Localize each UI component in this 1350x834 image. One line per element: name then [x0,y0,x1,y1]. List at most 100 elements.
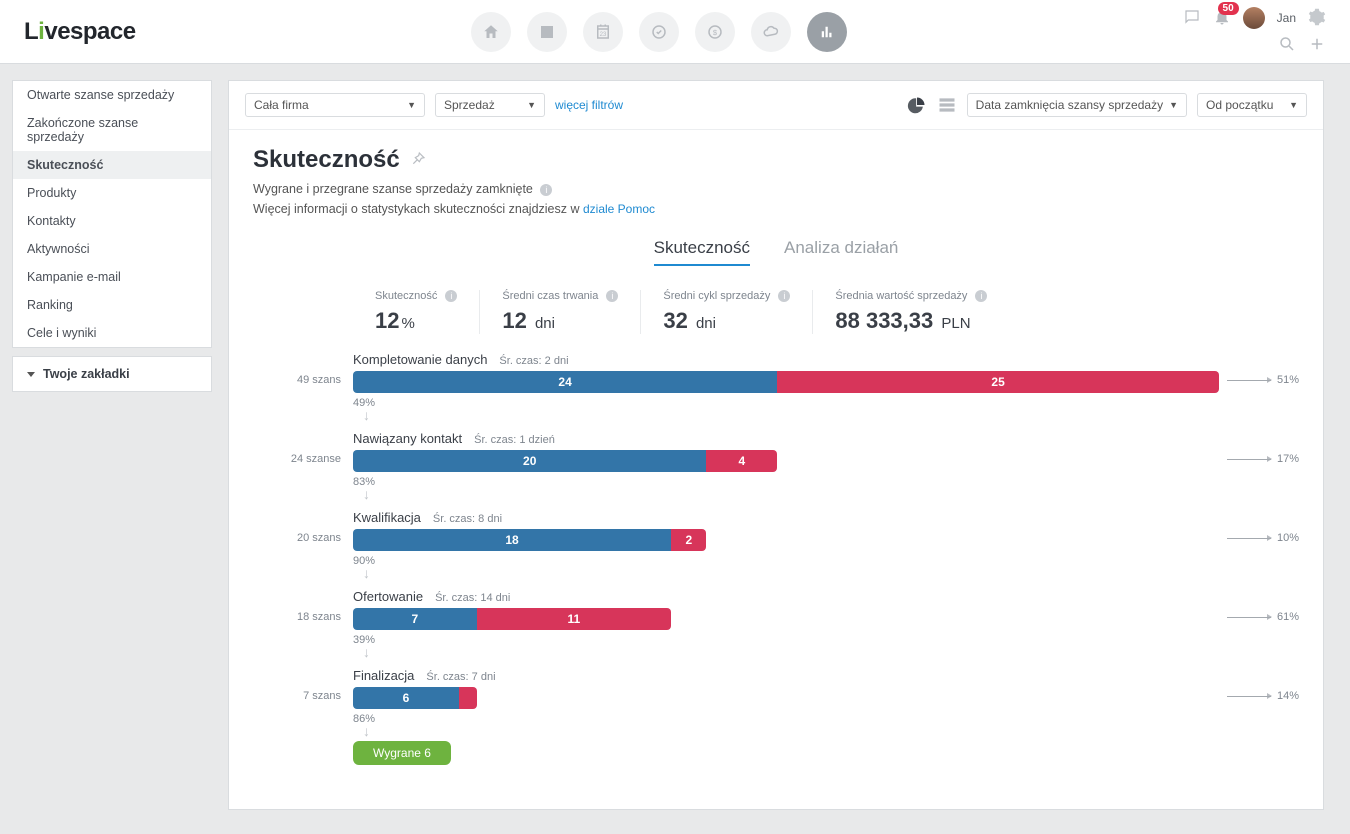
process-select[interactable]: Sprzedaż ▼ [435,93,545,117]
nav-contacts-icon[interactable] [527,12,567,52]
nav-reports-icon[interactable] [807,12,847,52]
sidebar-item[interactable]: Otwarte szanse sprzedaży [13,81,211,109]
stage-lost-pct: 14% [1219,668,1299,702]
arrow-line-icon [1227,538,1271,539]
avatar[interactable] [1243,7,1265,29]
stage-bar: 6 [353,687,477,709]
sidebar-item[interactable]: Zakończone szanse sprzedaży [13,109,211,151]
scope-value: Cała firma [254,98,309,112]
sidebar-item[interactable]: Kampanie e-mail [13,263,211,291]
body: Otwarte szanse sprzedażyZakończone szans… [0,64,1350,834]
date-field-select[interactable]: Data zamknięcia szansy sprzedaży ▼ [967,93,1187,117]
notifications-badge: 50 [1218,2,1239,15]
won-pill: Wygrane 6 [353,741,451,765]
kpi-label: Średnia wartość sprzedażyi [835,290,987,302]
notifications-icon[interactable]: 50 [1213,8,1231,29]
stage-count: 7 szans [253,668,353,702]
sidebar-item[interactable]: Kontakty [13,207,211,235]
arrow-line-icon [1227,696,1271,697]
info-icon[interactable]: i [445,290,457,302]
date-field-value: Data zamknięcia szansy sprzedaży [976,98,1163,112]
kpi: Średnia wartość sprzedażyi88 333,33 PLN [812,290,1009,334]
title-text: Skuteczność [253,146,400,174]
add-icon[interactable] [1308,35,1326,56]
info-icon[interactable]: i [975,290,987,302]
nav-home-icon[interactable] [471,12,511,52]
main: Cała firma ▼ Sprzedaż ▼ więcej filtrów D… [212,64,1350,834]
nav-tasks-icon[interactable] [639,12,679,52]
bar-won: 24 [353,371,777,393]
bar-lost: 25 [777,371,1219,393]
stage-avg-time: Śr. czas: 7 dni [426,671,495,683]
down-arrow-icon: ↓ [363,646,1219,658]
help-line: Więcej informacji o statystykach skutecz… [253,202,1299,216]
process-value: Sprzedaż [444,98,495,112]
info-icon[interactable]: i [606,290,618,302]
nav-calendar-icon[interactable]: 23 [583,12,623,52]
nav-finance-icon[interactable]: $ [695,12,735,52]
bar-won: 7 [353,608,477,630]
top-nav: 23 $ [160,12,1159,52]
stage-conversion: 90% [353,555,1219,567]
stage-name: Finalizacja [353,668,414,683]
username[interactable]: Jan [1277,11,1296,25]
table-view-icon[interactable] [937,95,957,115]
period-value: Od początku [1206,98,1273,112]
stage-name: Ofertowanie [353,589,423,604]
stage-avg-time: Śr. czas: 14 dni [435,592,510,604]
stage-conversion: 39% [353,634,1219,646]
arrow-line-icon [1227,380,1271,381]
kpi: Skutecznośći12% [353,290,479,334]
funnel-stage: 18 szansOfertowanie Śr. czas: 14 dni 711 39… [253,589,1299,658]
search-icon[interactable] [1278,35,1296,56]
tab-effectiveness[interactable]: Skuteczność [654,238,750,266]
subtitle-text: Wygrane i przegrane szanse sprzedaży zam… [253,182,533,196]
stage-lost-pct: 51% [1219,352,1299,386]
sidebar-item[interactable]: Cele i wyniki [13,319,211,347]
stage-name: Kompletowanie danych [353,352,487,367]
stage-count: 49 szans [253,352,353,386]
down-arrow-icon: ↓ [363,409,1219,421]
funnel-stage: 24 szanseNawiązany kontaktŚr. czas: 1 dz… [253,431,1299,500]
sidebar-item[interactable]: Skuteczność [13,151,211,179]
page-title: Skuteczność [253,146,1299,174]
kpi-row: Skutecznośći12%Średni czas trwaniai12 dn… [353,290,1299,334]
bookmarks-label: Twoje zakładki [43,367,130,381]
kpi: Średni cykl sprzedażyi 32 dni [640,290,812,334]
stage-bar: 2425 [353,371,1219,393]
bar-lost: 11 [477,608,671,630]
stage-avg-time: Śr. czas: 1 dzień [474,434,555,446]
help-link[interactable]: dziale Pomoc [583,202,655,216]
chat-icon[interactable] [1183,8,1201,29]
bar-won: 20 [353,450,706,472]
tab-activity-analysis[interactable]: Analiza działań [784,238,898,266]
stage-bar: 204 [353,450,777,472]
chart-view-icon[interactable] [907,95,927,115]
top-bar: Livespace 23 $ 50 [0,0,1350,64]
kpi-value: 12% [375,308,457,334]
kpi-label: Średni cykl sprzedażyi [663,290,790,302]
help-text: Więcej informacji o statystykach skutecz… [253,202,583,216]
logo[interactable]: Livespace [24,18,136,46]
period-select[interactable]: Od początku ▼ [1197,93,1307,117]
bookmarks-panel: Twoje zakładki [12,356,212,392]
info-icon[interactable]: i [540,184,552,196]
sidebar-item[interactable]: Ranking [13,291,211,319]
info-icon[interactable]: i [778,290,790,302]
report-card: Cała firma ▼ Sprzedaż ▼ więcej filtrów D… [228,80,1324,810]
sidebar-item[interactable]: Aktywności [13,235,211,263]
kpi-value: 32 dni [663,308,790,334]
nav-cloud-icon[interactable] [751,12,791,52]
stage-bar: 711 [353,608,671,630]
pin-icon[interactable] [410,146,426,174]
svg-text:23: 23 [600,31,607,37]
filters-bar: Cała firma ▼ Sprzedaż ▼ więcej filtrów D… [229,81,1323,130]
kpi-value: 12 dni [502,308,618,334]
bookmarks-toggle[interactable]: Twoje zakładki [13,357,211,391]
scope-select[interactable]: Cała firma ▼ [245,93,425,117]
sidebar-item[interactable]: Produkty [13,179,211,207]
stage-count: 18 szans [253,589,353,623]
more-filters-link[interactable]: więcej filtrów [555,98,623,112]
gear-icon[interactable] [1308,8,1326,29]
svg-text:$: $ [713,28,718,37]
